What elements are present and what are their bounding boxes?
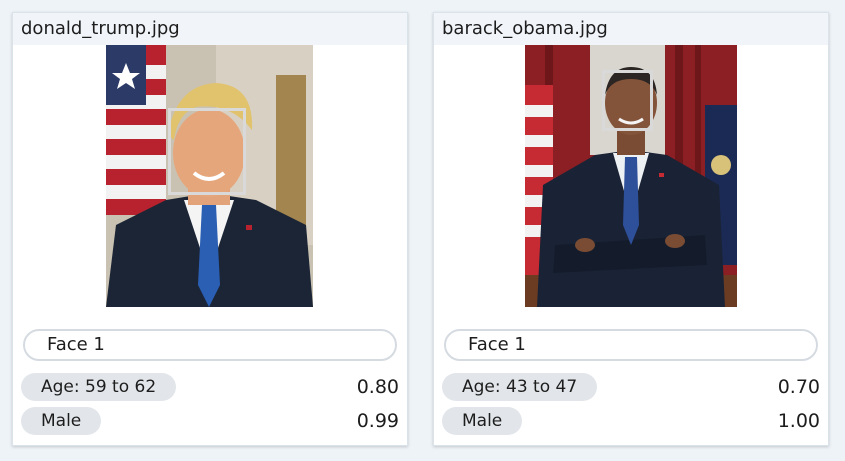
age-score: 0.80 — [356, 376, 399, 398]
gender-row: Male 1.00 — [442, 407, 820, 435]
gender-tag: Male — [442, 407, 523, 435]
image-filename: donald_trump.jpg — [13, 13, 407, 45]
age-row: Age: 59 to 62 0.80 — [21, 373, 399, 401]
portrait-photo — [525, 45, 737, 307]
image-filename: barack_obama.jpg — [434, 13, 828, 45]
face-label[interactable]: Face 1 — [23, 329, 397, 361]
result-card: donald_trump.jpg Face 1 Age: 59 to 62 0.… — [12, 12, 408, 446]
gender-tag: Male — [21, 407, 102, 435]
result-card: barack_obama.jpg Face 1 Age: 43 to 47 0.… — [433, 12, 829, 446]
gender-score: 1.00 — [777, 410, 820, 432]
face-label[interactable]: Face 1 — [444, 329, 818, 361]
age-score: 0.70 — [777, 376, 820, 398]
age-tag: Age: 43 to 47 — [442, 373, 598, 401]
face-detection-box — [168, 108, 246, 195]
face-detection-box — [602, 70, 653, 131]
age-row: Age: 43 to 47 0.70 — [442, 373, 820, 401]
gender-row: Male 0.99 — [21, 407, 399, 435]
portrait-photo — [106, 45, 313, 307]
age-tag: Age: 59 to 62 — [21, 373, 177, 401]
gender-score: 0.99 — [356, 410, 399, 432]
